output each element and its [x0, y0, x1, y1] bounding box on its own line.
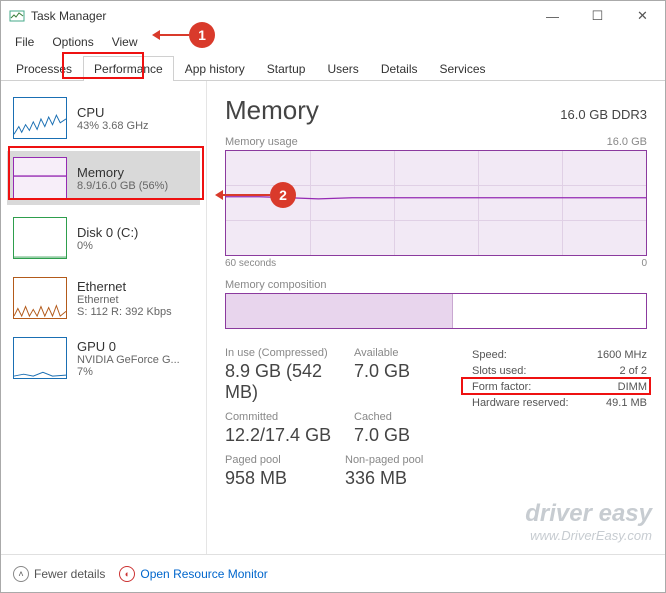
- page-title: Memory: [225, 95, 319, 126]
- resmon-label: Open Resource Monitor: [140, 567, 267, 581]
- resmon-icon: ◐: [119, 566, 135, 582]
- menu-options[interactable]: Options: [44, 33, 101, 51]
- form-label: Form factor:: [472, 381, 531, 393]
- annotation-badge-1: 1: [189, 22, 215, 48]
- disk-sparkline: [13, 217, 67, 259]
- available-label: Available: [354, 347, 454, 359]
- tab-details[interactable]: Details: [370, 56, 429, 81]
- inuse-label: In use (Compressed): [225, 347, 354, 359]
- committed-label: Committed: [225, 411, 354, 423]
- form-value: DIMM: [618, 381, 647, 393]
- annotation-badge-2: 2: [270, 182, 296, 208]
- cpu-sparkline: [13, 97, 67, 139]
- memory-sparkline: [13, 157, 67, 199]
- composition-free: [453, 294, 646, 328]
- cached-value: 7.0 GB: [354, 425, 454, 446]
- menubar: File Options View: [1, 31, 665, 53]
- ethernet-sub: S: 112 R: 392 Kbps: [77, 306, 172, 318]
- content: CPU 43% 3.68 GHz Memory 8.9/16.0 GB (56%…: [1, 81, 665, 554]
- memory-composition-bar[interactable]: [225, 293, 647, 329]
- tab-startup[interactable]: Startup: [256, 56, 317, 81]
- memory-sub: 8.9/16.0 GB (56%): [77, 180, 168, 192]
- speed-value: 1600 MHz: [597, 349, 647, 361]
- sidebar-item-gpu[interactable]: GPU 0 NVIDIA GeForce G... 7%: [7, 331, 200, 385]
- xaxis-left: 60 seconds: [225, 258, 276, 269]
- close-button[interactable]: ✕: [620, 1, 665, 31]
- app-icon: [9, 8, 25, 24]
- main-panel: Memory 16.0 GB DDR3 Memory usage 16.0 GB…: [207, 81, 665, 554]
- paged-label: Paged pool: [225, 454, 345, 466]
- annotation-arrow-2: [218, 194, 270, 196]
- xaxis-right: 0: [641, 258, 647, 269]
- tab-processes[interactable]: Processes: [5, 56, 83, 81]
- menu-file[interactable]: File: [7, 33, 42, 51]
- tab-users[interactable]: Users: [316, 56, 369, 81]
- fewer-details-label: Fewer details: [34, 567, 105, 581]
- window-title: Task Manager: [31, 9, 530, 23]
- menu-view[interactable]: View: [104, 33, 146, 51]
- ethernet-title: Ethernet: [77, 279, 172, 294]
- speed-label: Speed:: [472, 349, 507, 361]
- annotation-arrow-1: [155, 34, 189, 36]
- ethernet-sub2: Ethernet: [77, 294, 172, 306]
- tab-app-history[interactable]: App history: [174, 56, 256, 81]
- cpu-sub: 43% 3.68 GHz: [77, 120, 149, 132]
- tab-services[interactable]: Services: [429, 56, 497, 81]
- usage-max: 16.0 GB: [607, 136, 647, 148]
- cpu-title: CPU: [77, 105, 149, 120]
- disk-title: Disk 0 (C:): [77, 225, 138, 240]
- inuse-value: 8.9 GB (542 MB): [225, 361, 354, 403]
- sidebar-item-memory[interactable]: Memory 8.9/16.0 GB (56%): [7, 151, 200, 205]
- gpu-sub2: NVIDIA GeForce G...: [77, 354, 180, 366]
- gpu-sparkline: [13, 337, 67, 379]
- gpu-title: GPU 0: [77, 339, 180, 354]
- ethernet-sparkline: [13, 277, 67, 319]
- slots-label: Slots used:: [472, 365, 526, 377]
- memory-spec: 16.0 GB DDR3: [560, 107, 647, 122]
- sidebar-item-cpu[interactable]: CPU 43% 3.68 GHz: [7, 91, 200, 145]
- open-resource-monitor-link[interactable]: ◐ Open Resource Monitor: [119, 566, 267, 582]
- maximize-button[interactable]: ☐: [575, 1, 620, 31]
- footer: ˄ Fewer details ◐ Open Resource Monitor: [1, 554, 665, 592]
- composition-inuse: [226, 294, 453, 328]
- paged-value: 958 MB: [225, 468, 345, 489]
- minimize-button[interactable]: —: [530, 1, 575, 31]
- tab-performance[interactable]: Performance: [83, 56, 174, 81]
- available-value: 7.0 GB: [354, 361, 454, 382]
- sidebar-item-ethernet[interactable]: Ethernet Ethernet S: 112 R: 392 Kbps: [7, 271, 200, 325]
- disk-sub: 0%: [77, 240, 138, 252]
- titlebar: Task Manager — ☐ ✕: [1, 1, 665, 31]
- chevron-up-icon: ˄: [13, 566, 29, 582]
- nonpaged-value: 336 MB: [345, 468, 454, 489]
- nonpaged-label: Non-paged pool: [345, 454, 454, 466]
- tabs: Processes Performance App history Startu…: [1, 53, 665, 81]
- sidebar-item-disk[interactable]: Disk 0 (C:) 0%: [7, 211, 200, 265]
- slots-value: 2 of 2: [619, 365, 647, 377]
- gpu-sub: 7%: [77, 366, 180, 378]
- composition-label: Memory composition: [225, 279, 326, 291]
- sidebar: CPU 43% 3.68 GHz Memory 8.9/16.0 GB (56%…: [1, 81, 207, 554]
- hw-value: 49.1 MB: [606, 397, 647, 409]
- fewer-details-button[interactable]: ˄ Fewer details: [13, 566, 105, 582]
- stats: In use (Compressed) 8.9 GB (542 MB) Avai…: [225, 347, 647, 497]
- usage-label: Memory usage: [225, 136, 298, 148]
- committed-value: 12.2/17.4 GB: [225, 425, 354, 446]
- memory-title: Memory: [77, 165, 168, 180]
- task-manager-window: Task Manager — ☐ ✕ File Options View Pro…: [0, 0, 666, 593]
- cached-label: Cached: [354, 411, 454, 423]
- hw-label: Hardware reserved:: [472, 397, 569, 409]
